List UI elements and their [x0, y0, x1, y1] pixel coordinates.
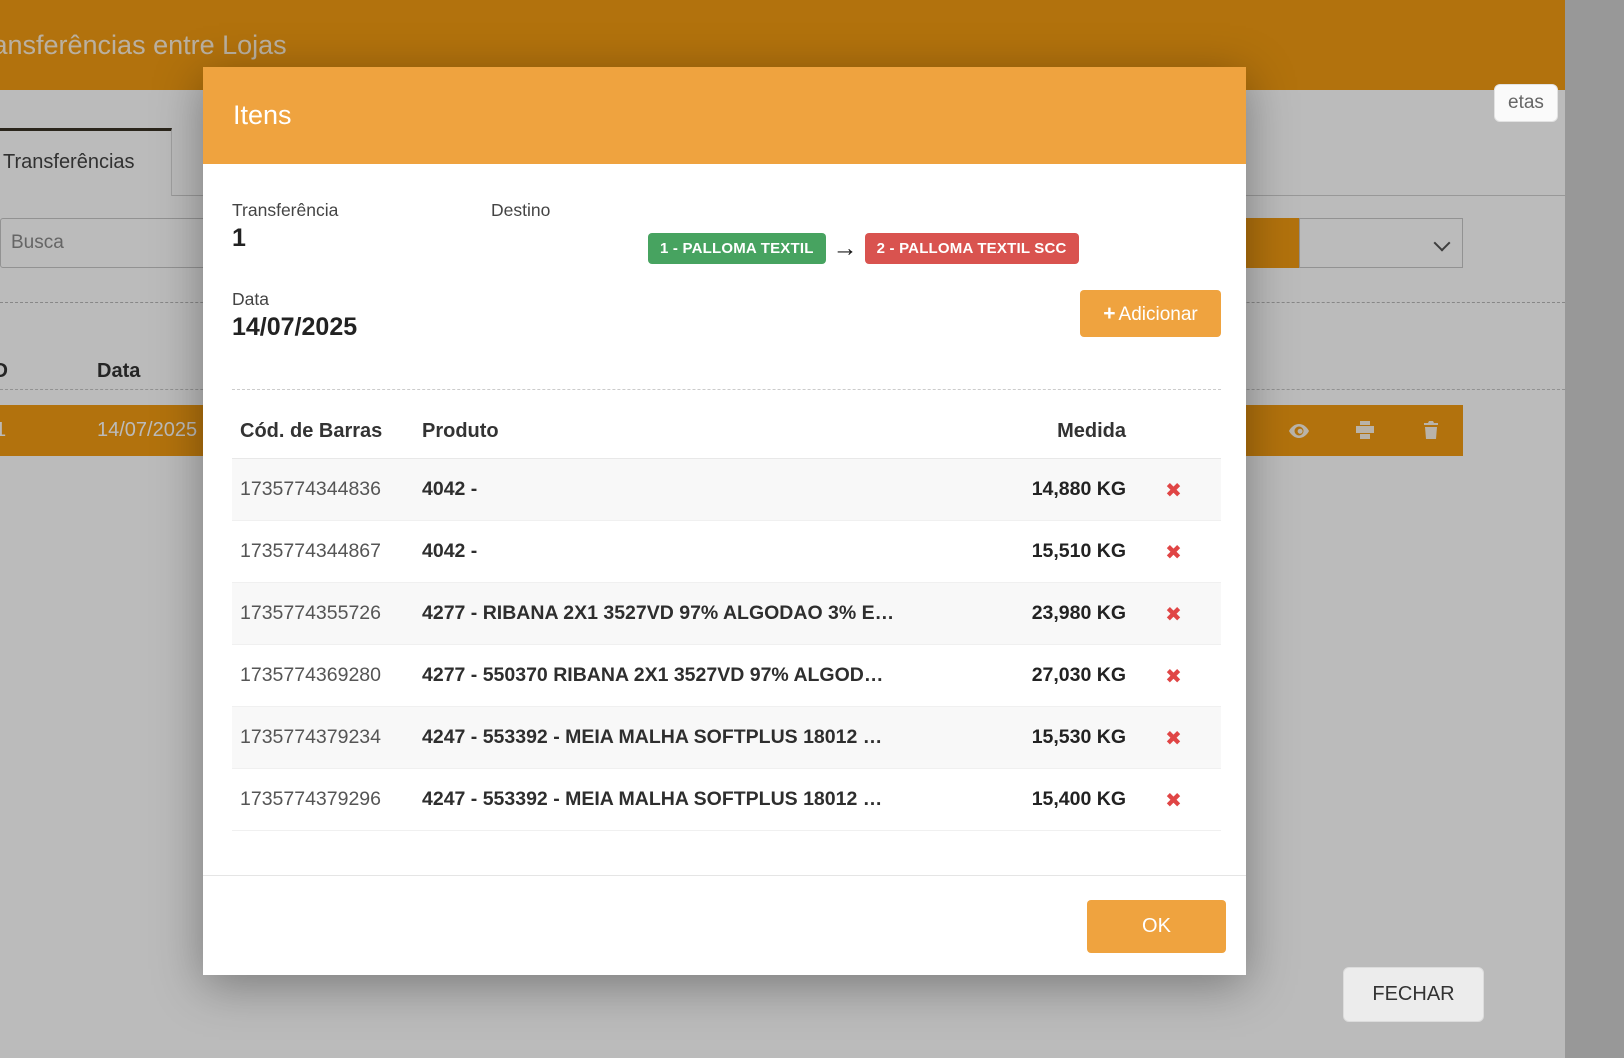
- transferencia-value: 1: [232, 224, 246, 253]
- medida-cell: 15,400 KG: [976, 788, 1126, 811]
- data-label: Data: [232, 289, 269, 310]
- data-value: 14/07/2025: [232, 313, 357, 342]
- remove-item-button[interactable]: ✖: [1165, 478, 1182, 502]
- plus-icon: +: [1103, 302, 1115, 325]
- table-row: 1735774379296 4247 - 553392 - MEIA MALHA…: [232, 769, 1221, 831]
- modal-footer-divider: [203, 875, 1246, 876]
- medida-cell: 23,980 KG: [976, 602, 1126, 625]
- column-header-produto: Produto: [422, 420, 976, 443]
- remove-item-button[interactable]: ✖: [1165, 540, 1182, 564]
- divider: [232, 389, 1221, 390]
- table-row: 1735774369280 4277 - 550370 RIBANA 2X1 3…: [232, 645, 1221, 707]
- produto-cell: 4247 - 553392 - MEIA MALHA SOFTPLUS 1801…: [422, 788, 976, 811]
- origin-store-badge: 1 - PALLOMA TEXTIL: [648, 233, 826, 264]
- barcode-cell: 1735774369280: [232, 664, 422, 687]
- destino-label: Destino: [491, 200, 550, 221]
- medida-cell: 14,880 KG: [976, 478, 1126, 501]
- remove-item-button[interactable]: ✖: [1165, 664, 1182, 688]
- produto-cell: 4042 -: [422, 540, 976, 563]
- barcode-cell: 1735774344836: [232, 478, 422, 501]
- column-header-medida: Medida: [976, 420, 1126, 443]
- items-table-header: Cód. de Barras Produto Medida: [232, 405, 1221, 459]
- remove-item-button[interactable]: ✖: [1165, 602, 1182, 626]
- produto-cell: 4247 - 553392 - MEIA MALHA SOFTPLUS 1801…: [422, 726, 976, 749]
- ok-button[interactable]: OK: [1087, 900, 1226, 953]
- table-row: 1735774355726 4277 - RIBANA 2X1 3527VD 9…: [232, 583, 1221, 645]
- medida-cell: 15,530 KG: [976, 726, 1126, 749]
- adicionar-button[interactable]: +Adicionar: [1080, 290, 1221, 337]
- etiquetas-button[interactable]: etas: [1494, 84, 1558, 122]
- modal-header: Itens: [203, 67, 1246, 164]
- adicionar-label: Adicionar: [1119, 304, 1198, 325]
- produto-cell: 4277 - 550370 RIBANA 2X1 3527VD 97% ALGO…: [422, 664, 976, 687]
- remove-item-button[interactable]: ✖: [1165, 788, 1182, 812]
- barcode-cell: 1735774379234: [232, 726, 422, 749]
- remove-item-button[interactable]: ✖: [1165, 726, 1182, 750]
- table-row: 1735774379234 4247 - 553392 - MEIA MALHA…: [232, 707, 1221, 769]
- transferencia-label: Transferência: [232, 200, 338, 221]
- destination-store-badge: 2 - PALLOMA TEXTIL SCC: [865, 233, 1079, 264]
- barcode-cell: 1735774379296: [232, 788, 422, 811]
- barcode-cell: 1735774344867: [232, 540, 422, 563]
- screen: Transferências entre Lojas Transferência…: [0, 0, 1624, 1058]
- modal-title: Itens: [203, 67, 1246, 164]
- column-header-barcode: Cód. de Barras: [232, 420, 422, 443]
- table-row: 1735774344867 4042 - 15,510 KG ✖: [232, 521, 1221, 583]
- table-row: 1735774344836 4042 - 14,880 KG ✖: [232, 459, 1221, 521]
- produto-cell: 4277 - RIBANA 2X1 3527VD 97% ALGODAO 3% …: [422, 602, 976, 625]
- destino-badges: 1 - PALLOMA TEXTIL → 2 - PALLOMA TEXTIL …: [648, 233, 1079, 264]
- produto-cell: 4042 -: [422, 478, 976, 501]
- medida-cell: 15,510 KG: [976, 540, 1126, 563]
- arrow-right-icon: →: [833, 236, 858, 261]
- medida-cell: 27,030 KG: [976, 664, 1126, 687]
- barcode-cell: 1735774355726: [232, 602, 422, 625]
- fechar-button[interactable]: FECHAR: [1343, 967, 1484, 1022]
- itens-modal: Itens Transferência 1 Destino 1 - PALLOM…: [203, 67, 1246, 975]
- items-table-body: 1735774344836 4042 - 14,880 KG ✖ 1735774…: [232, 459, 1221, 831]
